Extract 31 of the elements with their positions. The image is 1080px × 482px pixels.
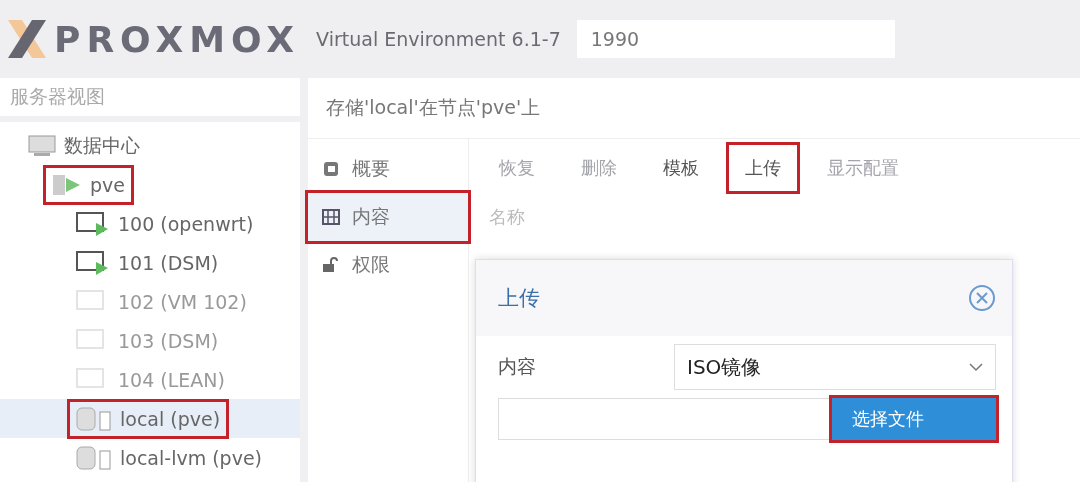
logo-icon (6, 18, 48, 60)
tree-item[interactable]: 数据中心 (0, 126, 300, 165)
nav-item[interactable]: 概要 (308, 145, 468, 193)
tree-item[interactable]: 104 (LEAN) (0, 360, 300, 399)
content-dropdown[interactable]: ISO镜像 (674, 344, 996, 390)
tree-item[interactable]: 103 (DSM) (0, 321, 300, 360)
lock-icon (322, 257, 340, 273)
choose-file-button[interactable]: 选择文件 (832, 398, 996, 440)
dialog-title: 上传 (498, 285, 540, 312)
tree-item[interactable]: pve (0, 165, 300, 204)
nav-item[interactable]: 内容 (308, 193, 468, 241)
tree-item[interactable]: local (pve) (0, 399, 300, 438)
tree-item[interactable]: 100 (openwrt) (0, 204, 300, 243)
brand-logo: PROXMOX (54, 18, 301, 60)
tree-item[interactable]: 101 (DSM) (0, 243, 300, 282)
product-version: Virtual Environment 6.1-7 (316, 28, 561, 50)
search-field[interactable]: 1990 (576, 20, 895, 58)
nav-item[interactable]: 权限 (308, 241, 468, 289)
column-header: 名称 (488, 205, 526, 229)
toolbar-button[interactable]: 模板 (647, 145, 715, 191)
tree-item[interactable]: local-lvm (pve) (0, 438, 300, 477)
file-path-field[interactable] (498, 398, 832, 440)
tree-item[interactable]: 102 (VM 102) (0, 282, 300, 321)
monitor-icon (76, 210, 110, 237)
field-label: 内容 (498, 354, 536, 379)
toolbar-button[interactable]: 上传 (729, 145, 797, 191)
close-icon[interactable] (968, 284, 996, 312)
chevron-down-icon (969, 362, 983, 372)
panel-title: 存储'local'在节点'pve'上 (325, 95, 542, 120)
grid-icon (322, 209, 340, 225)
monitor-icon (76, 249, 110, 276)
